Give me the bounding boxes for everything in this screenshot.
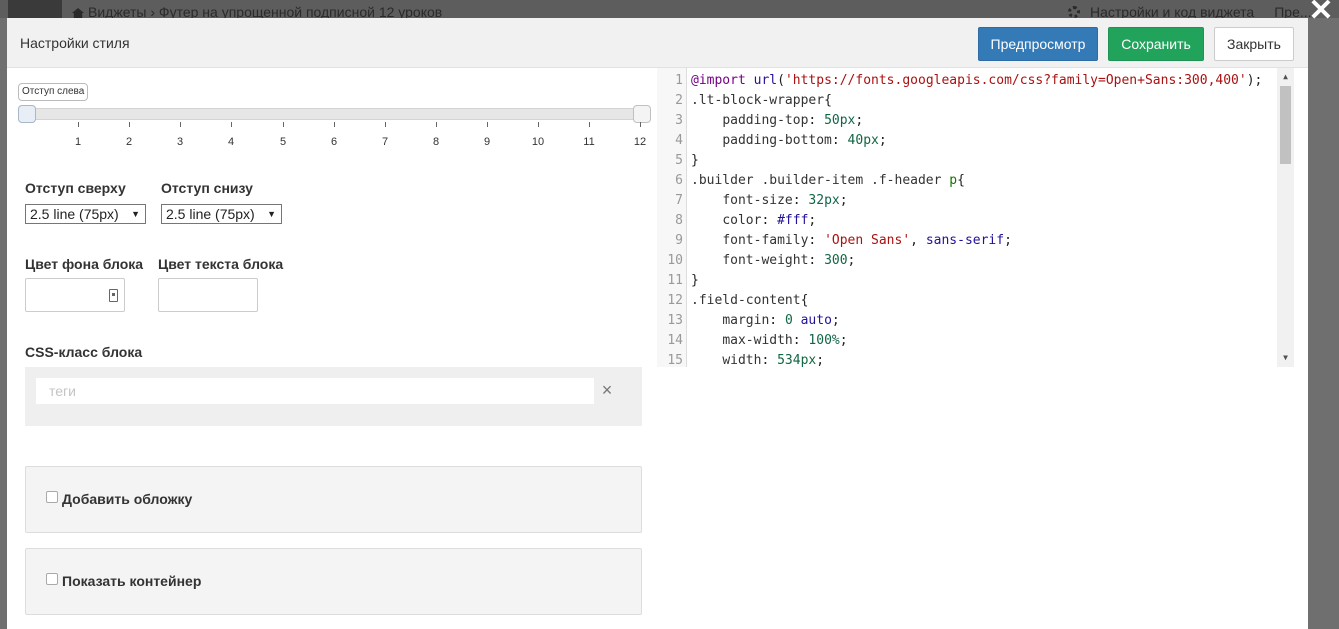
line-number: 9 [675, 233, 683, 248]
add-cover-panel: Добавить обложку [25, 466, 642, 533]
slider-tick [385, 122, 386, 127]
line-number: 7 [675, 193, 683, 208]
dropdown-arrow-icon: ▼ [131, 209, 140, 219]
slider-tick [640, 122, 641, 127]
slider-tick-label: 1 [74, 136, 82, 148]
color-picker-icon[interactable] [109, 289, 118, 302]
slider-tick-label: 9 [483, 136, 491, 148]
line-number: 4 [675, 133, 683, 148]
css-class-label: CSS-класс блока [25, 344, 143, 360]
background-topbar: Виджеты › Футер на упрощенной подписной … [0, 0, 1339, 18]
line-number: 10 [667, 253, 683, 268]
slider-tick [538, 122, 539, 127]
scroll-down-icon[interactable]: ▼ [1277, 351, 1294, 365]
slider-tick-label: 5 [279, 136, 287, 148]
preview-button[interactable]: Предпросмотр [978, 27, 1098, 61]
slider-tick-label: 3 [176, 136, 184, 148]
css-code-editor[interactable]: 1 @import url('https://fonts.googleapis.c… [657, 68, 1294, 367]
line-number: 13 [667, 313, 683, 328]
gear-icon [1068, 6, 1080, 18]
add-cover-label[interactable]: Добавить обложку [62, 491, 192, 507]
slider-tick [231, 122, 232, 127]
slider-tick-label: 11 [583, 136, 595, 148]
bg-color-input[interactable] [25, 278, 125, 312]
scroll-up-icon[interactable]: ▲ [1277, 70, 1294, 84]
settings-link: Настройки и код виджета [1068, 4, 1264, 18]
scroll-thumb[interactable] [1280, 86, 1291, 164]
slider-tick [487, 122, 488, 127]
editor-scrollbar[interactable]: ▲ ▼ [1277, 68, 1294, 367]
slider-tick-label: 2 [125, 136, 133, 148]
line-number: 2 [675, 93, 683, 108]
show-container-panel: Показать контейнер [25, 548, 642, 615]
slider-tooltip: Отступ слева [18, 83, 89, 101]
line-number: 5 [675, 153, 683, 168]
breadcrumb-text: Виджеты › Футер на упрощенной подписной … [88, 4, 443, 18]
slider-tick-label: 8 [432, 136, 440, 148]
css-class-tags: теги × [25, 367, 642, 426]
padding-bottom-select[interactable]: 2.5 line (75px) ▼ [161, 204, 282, 224]
line-number: 11 [667, 273, 683, 288]
slider-tick [180, 122, 181, 127]
padding-top-label: Отступ сверху [25, 180, 126, 196]
slider-tick [436, 122, 437, 127]
padding-top-value: 2.5 line (75px) [30, 206, 119, 222]
left-offset-slider[interactable] [24, 108, 648, 120]
slider-tick [78, 122, 79, 127]
dropdown-arrow-icon: ▼ [267, 209, 276, 219]
add-cover-checkbox[interactable] [46, 491, 58, 503]
settings-panel: Отступ слева 1 2 3 4 5 6 7 8 9 10 11 12 Отступ свер… [7, 68, 657, 629]
line-number: 8 [675, 213, 683, 228]
avatar [8, 0, 62, 18]
background-actions: Настройки и код виджета Пре... [1068, 4, 1322, 18]
show-container-checkbox[interactable] [46, 573, 58, 585]
slider-tick-label: 4 [227, 136, 235, 148]
slider-tick [129, 122, 130, 127]
save-button[interactable]: Сохранить [1108, 27, 1204, 61]
padding-bottom-value: 2.5 line (75px) [166, 206, 255, 222]
padding-bottom-label: Отступ снизу [161, 180, 253, 196]
line-number: 14 [667, 333, 683, 348]
slider-tick-label: 7 [381, 136, 389, 148]
text-color-input[interactable] [158, 278, 258, 312]
close-button[interactable]: Закрыть [1214, 27, 1294, 61]
line-number: 1 [675, 73, 683, 88]
modal-title: Настройки стиля [20, 35, 130, 51]
line-number: 3 [675, 113, 683, 128]
home-icon [72, 8, 84, 18]
close-overlay-icon[interactable]: ✕ [1306, 0, 1336, 26]
clear-tags-icon[interactable]: × [600, 379, 614, 401]
slider-tick [589, 122, 590, 127]
tags-input[interactable]: теги [36, 378, 594, 404]
slider-handle-end[interactable] [633, 105, 651, 123]
slider-tick-label: 10 [531, 136, 545, 148]
line-number: 15 [667, 353, 683, 367]
slider-tick-label: 12 [633, 136, 647, 148]
modal-header: Настройки стиля Предпросмотр Сохранить З… [7, 18, 1308, 68]
settings-link-label: Настройки и код виджета [1090, 4, 1255, 18]
bg-color-label: Цвет фона блока [25, 256, 144, 272]
show-container-label[interactable]: Показать контейнер [62, 573, 201, 589]
slider-handle-start[interactable] [18, 105, 36, 123]
style-settings-modal: Настройки стиля Предпросмотр Сохранить З… [7, 18, 1308, 629]
line-number: 12 [667, 293, 683, 308]
slider-tick [334, 122, 335, 127]
breadcrumb: Виджеты › Футер на упрощенной подписной … [72, 4, 442, 18]
slider-tick-label: 6 [330, 136, 338, 148]
text-color-label: Цвет текста блока [158, 256, 284, 272]
padding-top-select[interactable]: 2.5 line (75px) ▼ [25, 204, 146, 224]
slider-tick [283, 122, 284, 127]
line-number: 6 [675, 173, 683, 188]
